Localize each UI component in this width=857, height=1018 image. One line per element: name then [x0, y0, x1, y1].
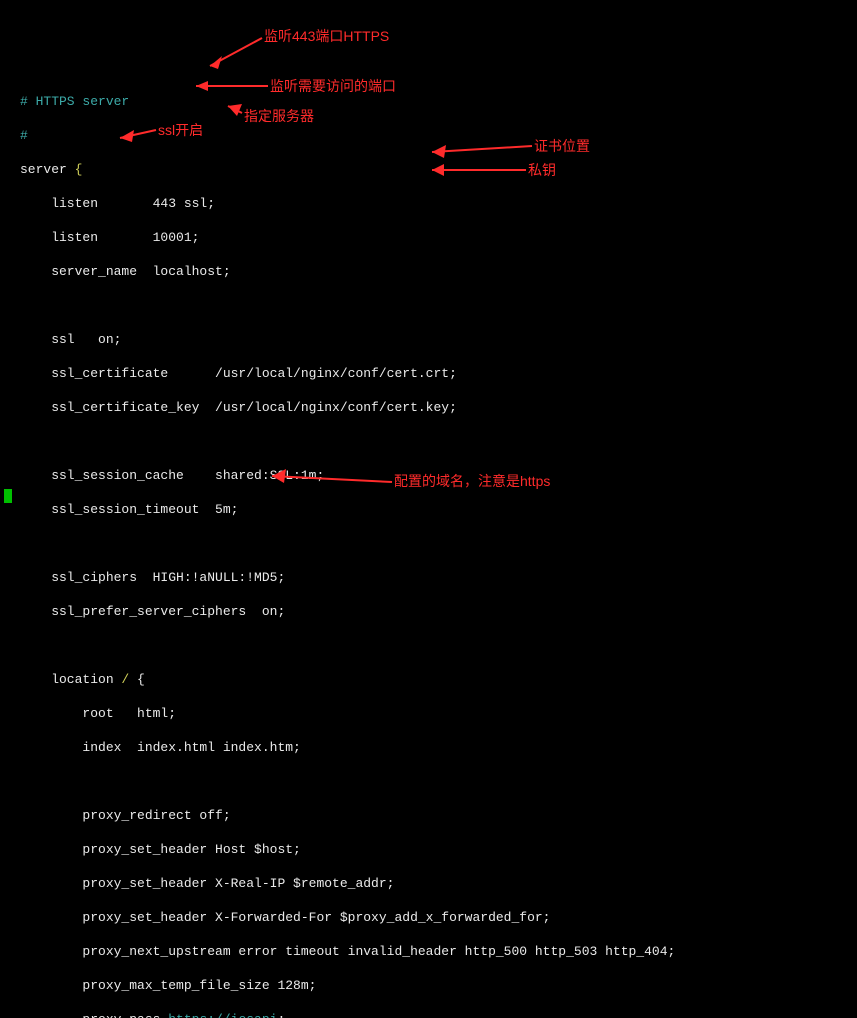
cfg-proxy-xff: proxy_set_header X-Forwarded-For $proxy_… [20, 910, 551, 925]
cfg-index: index index.html index.htm; [20, 740, 301, 755]
cfg-server-open: server [20, 162, 75, 177]
cfg-ssl-cert: ssl_certificate /usr/local/nginx/conf/ce… [20, 366, 457, 381]
cfg-proxy-next-upstream: proxy_next_upstream error timeout invali… [20, 944, 675, 959]
annot-listen-port: 监听需要访问的端口 [270, 78, 396, 95]
cfg-proxy-max-temp: proxy_max_temp_file_size 128m; [20, 978, 316, 993]
annot-ssl-on: ssl开启 [158, 122, 203, 139]
cfg-location-open: { [129, 672, 145, 687]
annot-server-name: 指定服务器 [244, 108, 314, 125]
cfg-listen-10001: listen 10001; [20, 230, 199, 245]
comment-line: # HTTPS server [20, 94, 129, 109]
cfg-ssl-session-cache: ssl_session_cache shared:SSL:1m; [20, 468, 324, 483]
cfg-proxy-real-ip: proxy_set_header X-Real-IP $remote_addr; [20, 876, 394, 891]
cfg-ssl-cert-key: ssl_certificate_key /usr/local/nginx/con… [20, 400, 457, 415]
annot-cert: 证书位置 [534, 138, 590, 155]
annot-listen-443: 监听443端口HTTPS [264, 28, 389, 45]
cursor-caret [4, 489, 12, 503]
annot-key: 私钥 [528, 162, 556, 179]
cfg-proxy-pass: ; [277, 1012, 285, 1018]
cfg-proxy-host: proxy_set_header Host $host; [20, 842, 301, 857]
cfg-listen-443: listen 443 ssl; [20, 196, 215, 211]
cfg-ssl-ciphers: ssl_ciphers HIGH:!aNULL:!MD5; [20, 570, 285, 585]
annot-proxy-pass: 配置的域名，注意是https [394, 473, 550, 490]
cfg-ssl-session-timeout: ssl_session_timeout 5m; [20, 502, 238, 517]
cfg-ssl-prefer-ciphers: ssl_prefer_server_ciphers on; [20, 604, 285, 619]
cfg-proxy-redirect: proxy_redirect off; [20, 808, 231, 823]
code-block: # HTTPS server # server { listen 443 ssl… [20, 76, 857, 1018]
cfg-server-name: server_name localhost; [20, 264, 231, 279]
brace-open: { [75, 162, 83, 177]
cfg-ssl-on: ssl on; [20, 332, 121, 347]
cfg-root: root html; [20, 706, 176, 721]
comment-line: # [20, 128, 28, 143]
